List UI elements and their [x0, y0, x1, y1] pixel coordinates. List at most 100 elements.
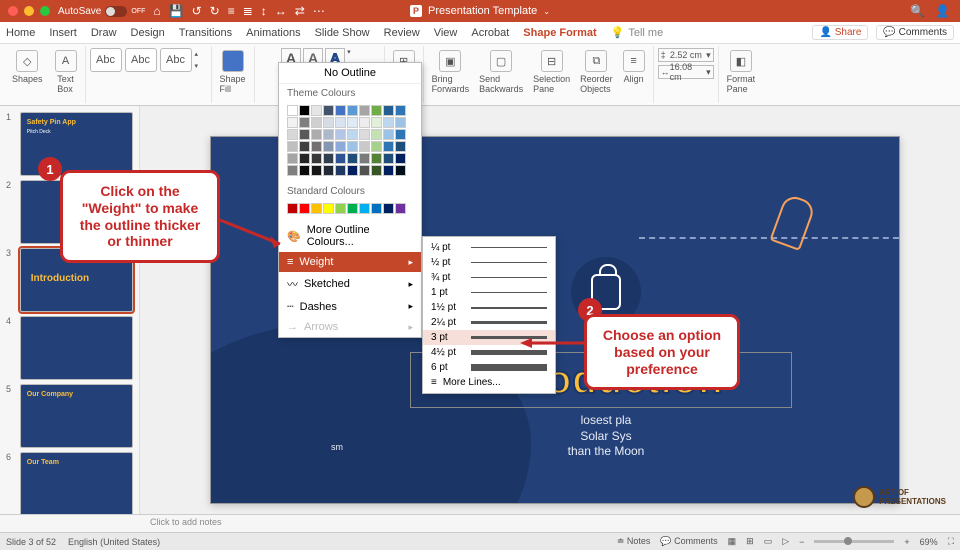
notes-toggle[interactable]: ≐ Notes — [617, 536, 651, 547]
selection-pane-button[interactable]: ⊟Selection Pane — [529, 48, 574, 96]
colour-swatch[interactable] — [323, 141, 334, 152]
colour-swatch[interactable] — [287, 203, 298, 214]
colour-swatch[interactable] — [299, 105, 310, 116]
weight-option[interactable]: 1½ pt — [423, 300, 555, 315]
colour-swatch[interactable] — [395, 141, 406, 152]
colour-swatch[interactable] — [335, 129, 346, 140]
colour-swatch[interactable] — [371, 165, 382, 176]
user-icon[interactable]: 👤 — [935, 4, 950, 18]
colour-swatch[interactable] — [359, 153, 370, 164]
thumbnail[interactable]: Safety Pin AppPitch Deck — [20, 112, 133, 176]
dashes-submenu[interactable]: ┄Dashes — [279, 296, 421, 317]
colour-swatch[interactable] — [287, 105, 298, 116]
colour-swatch[interactable] — [311, 105, 322, 116]
tab-view[interactable]: View — [434, 27, 458, 39]
colour-swatch[interactable] — [323, 203, 334, 214]
colour-swatch[interactable] — [383, 129, 394, 140]
colour-swatch[interactable] — [323, 117, 334, 128]
comments-toggle[interactable]: 💬 Comments — [660, 536, 717, 547]
colour-swatch[interactable] — [383, 105, 394, 116]
chevron-down-icon[interactable]: ⌄ — [543, 7, 550, 16]
colour-swatch[interactable] — [371, 203, 382, 214]
colour-swatch[interactable] — [395, 129, 406, 140]
redo-icon[interactable]: ↻ — [210, 4, 220, 18]
colour-swatch[interactable] — [323, 105, 334, 116]
normal-view-icon[interactable]: ▦ — [728, 536, 737, 547]
tab-design[interactable]: Design — [131, 27, 165, 39]
theme-colour-swatches[interactable] — [279, 103, 421, 182]
tab-draw[interactable]: Draw — [91, 27, 117, 39]
weight-submenu[interactable]: ≡Weight — [279, 252, 421, 272]
colour-swatch[interactable] — [371, 153, 382, 164]
format-pane-button[interactable]: ◧Format Pane — [723, 48, 760, 96]
zoom-level[interactable]: 69% — [920, 537, 938, 547]
minimize-icon[interactable] — [24, 6, 34, 16]
colour-swatch[interactable] — [395, 153, 406, 164]
share-button[interactable]: 👤 Share — [812, 25, 868, 40]
slide-thumbnails[interactable]: 1Safety Pin AppPitch Deck 2 3Introductio… — [0, 106, 140, 514]
textbox-button[interactable]: AText Box — [51, 48, 81, 96]
reading-view-icon[interactable]: ▭ — [764, 536, 773, 547]
colour-swatch[interactable] — [335, 141, 346, 152]
qa-icon[interactable]: ↔ — [275, 4, 287, 18]
colour-swatch[interactable] — [335, 165, 346, 176]
tab-animations[interactable]: Animations — [246, 27, 300, 39]
maximize-icon[interactable] — [40, 6, 50, 16]
colour-swatch[interactable] — [371, 141, 382, 152]
colour-swatch[interactable] — [359, 141, 370, 152]
tell-me-search[interactable]: 💡 Tell me — [611, 26, 664, 39]
colour-swatch[interactable] — [287, 153, 298, 164]
search-icon[interactable]: 🔍 — [910, 4, 925, 18]
no-outline-option[interactable]: No Outline — [279, 63, 421, 84]
qa-icon[interactable]: ⇄ — [295, 4, 305, 18]
colour-swatch[interactable] — [299, 141, 310, 152]
tab-slideshow[interactable]: Slide Show — [315, 27, 370, 39]
colour-swatch[interactable] — [299, 117, 310, 128]
sorter-view-icon[interactable]: ⊞ — [746, 536, 754, 547]
shape-fill-button[interactable]: Shape Fill — [216, 48, 250, 96]
tab-insert[interactable]: Insert — [49, 27, 77, 39]
colour-swatch[interactable] — [299, 203, 310, 214]
bring-forward-button[interactable]: ▣Bring Forwards — [428, 48, 474, 96]
colour-swatch[interactable] — [323, 165, 334, 176]
colour-swatch[interactable] — [347, 117, 358, 128]
colour-swatch[interactable] — [323, 129, 334, 140]
colour-swatch[interactable] — [311, 165, 322, 176]
colour-swatch[interactable] — [395, 105, 406, 116]
thumbnail[interactable] — [20, 316, 133, 380]
zoom-in-button[interactable]: + — [904, 537, 909, 547]
shape-outline-dropdown[interactable]: No Outline Theme Colours Standard Colour… — [278, 62, 422, 338]
colour-swatch[interactable] — [371, 129, 382, 140]
standard-colour-swatches[interactable] — [279, 201, 421, 220]
window-controls[interactable] — [0, 6, 58, 16]
colour-swatch[interactable] — [359, 165, 370, 176]
colour-swatch[interactable] — [383, 203, 394, 214]
colour-swatch[interactable] — [347, 153, 358, 164]
weight-option[interactable]: 1 pt — [423, 285, 555, 300]
colour-swatch[interactable] — [347, 203, 358, 214]
weight-option[interactable]: ¼ pt — [423, 240, 555, 255]
shape-style-preset[interactable]: Abc — [125, 48, 157, 72]
colour-swatch[interactable] — [287, 165, 298, 176]
weight-option[interactable]: ½ pt — [423, 255, 555, 270]
more-outline-colours[interactable]: 🎨More Outline Colours... — [279, 220, 421, 252]
colour-swatch[interactable] — [311, 129, 322, 140]
reorder-objects-button[interactable]: ⧉Reorder Objects — [576, 48, 617, 96]
colour-swatch[interactable] — [323, 153, 334, 164]
colour-swatch[interactable] — [287, 129, 298, 140]
notes-pane[interactable]: Click to add notes — [0, 514, 960, 532]
weight-submenu-panel[interactable]: ¼ pt½ pt¾ pt1 pt1½ pt2¼ pt3 pt4½ pt6 pt≡… — [422, 236, 556, 394]
colour-swatch[interactable] — [299, 129, 310, 140]
colour-swatch[interactable] — [311, 141, 322, 152]
align-button[interactable]: ≡Align — [619, 48, 649, 86]
zoom-slider[interactable] — [814, 540, 894, 543]
height-input[interactable]: ‡ 2.52 cm ▾ — [658, 48, 714, 62]
colour-swatch[interactable] — [347, 129, 358, 140]
style-gallery-scroll[interactable]: ▴▾ — [195, 48, 207, 72]
colour-swatch[interactable] — [359, 117, 370, 128]
send-backward-button[interactable]: ▢Send Backwards — [475, 48, 527, 96]
colour-swatch[interactable] — [335, 117, 346, 128]
colour-swatch[interactable] — [347, 141, 358, 152]
tab-shape-format[interactable]: Shape Format — [523, 27, 596, 39]
colour-swatch[interactable] — [335, 105, 346, 116]
